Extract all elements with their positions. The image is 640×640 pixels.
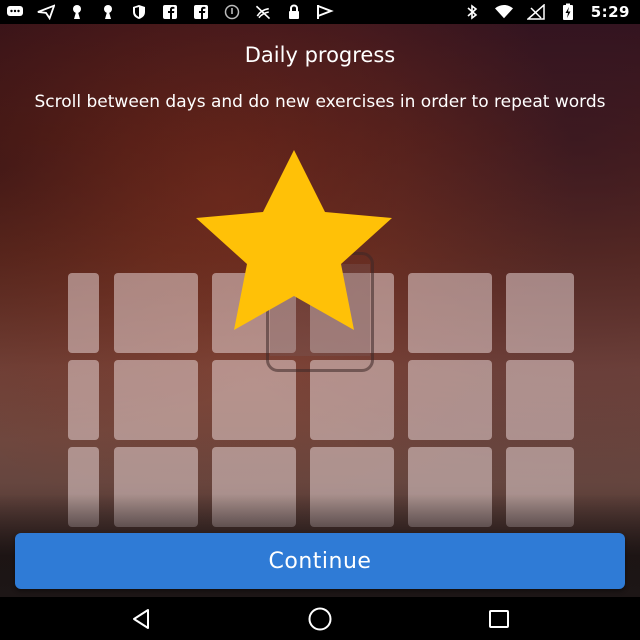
day-tile [114,273,198,353]
navigation-bar [0,597,640,640]
notification-icons [6,0,334,24]
message-icon [6,4,24,20]
day-tile [68,273,99,353]
home-icon[interactable] [300,605,340,633]
page-title: Daily progress [244,43,396,67]
cellular-icon [526,4,545,20]
keyhole-icon [68,4,86,20]
continue-button-label: Continue [268,548,372,574]
shield-icon [130,4,148,20]
status-time: 5:29 [590,3,630,21]
flag-icon [316,4,334,20]
back-icon[interactable] [121,605,161,633]
recents-icon[interactable] [479,605,519,633]
star-icon [196,150,392,330]
day-tile [310,360,394,440]
day-tile [114,360,198,440]
lock-icon [285,4,303,20]
status-bar: 5:29 [0,0,640,24]
facebook-icon [161,4,179,20]
day-tile [408,273,492,353]
info-icon [223,4,241,20]
continue-button[interactable]: Continue [15,533,625,589]
day-tile [506,273,574,353]
day-tile [408,360,492,440]
keyhole-icon [99,4,117,20]
day-tile [506,360,574,440]
day-tile [212,360,296,440]
page-subtitle: Scroll between days and do new exercises… [34,92,606,112]
onboarding-screen: Daily progress Scroll between days and d… [0,24,640,597]
bluetooth-icon [463,4,481,20]
wifi-icon [494,4,513,20]
facebook-icon [192,4,210,20]
system-icons: 5:29 [463,0,630,24]
send-icon [37,4,55,20]
no-signal-icon [254,4,272,20]
battery-charging-icon [559,3,577,20]
day-tile [68,360,99,440]
